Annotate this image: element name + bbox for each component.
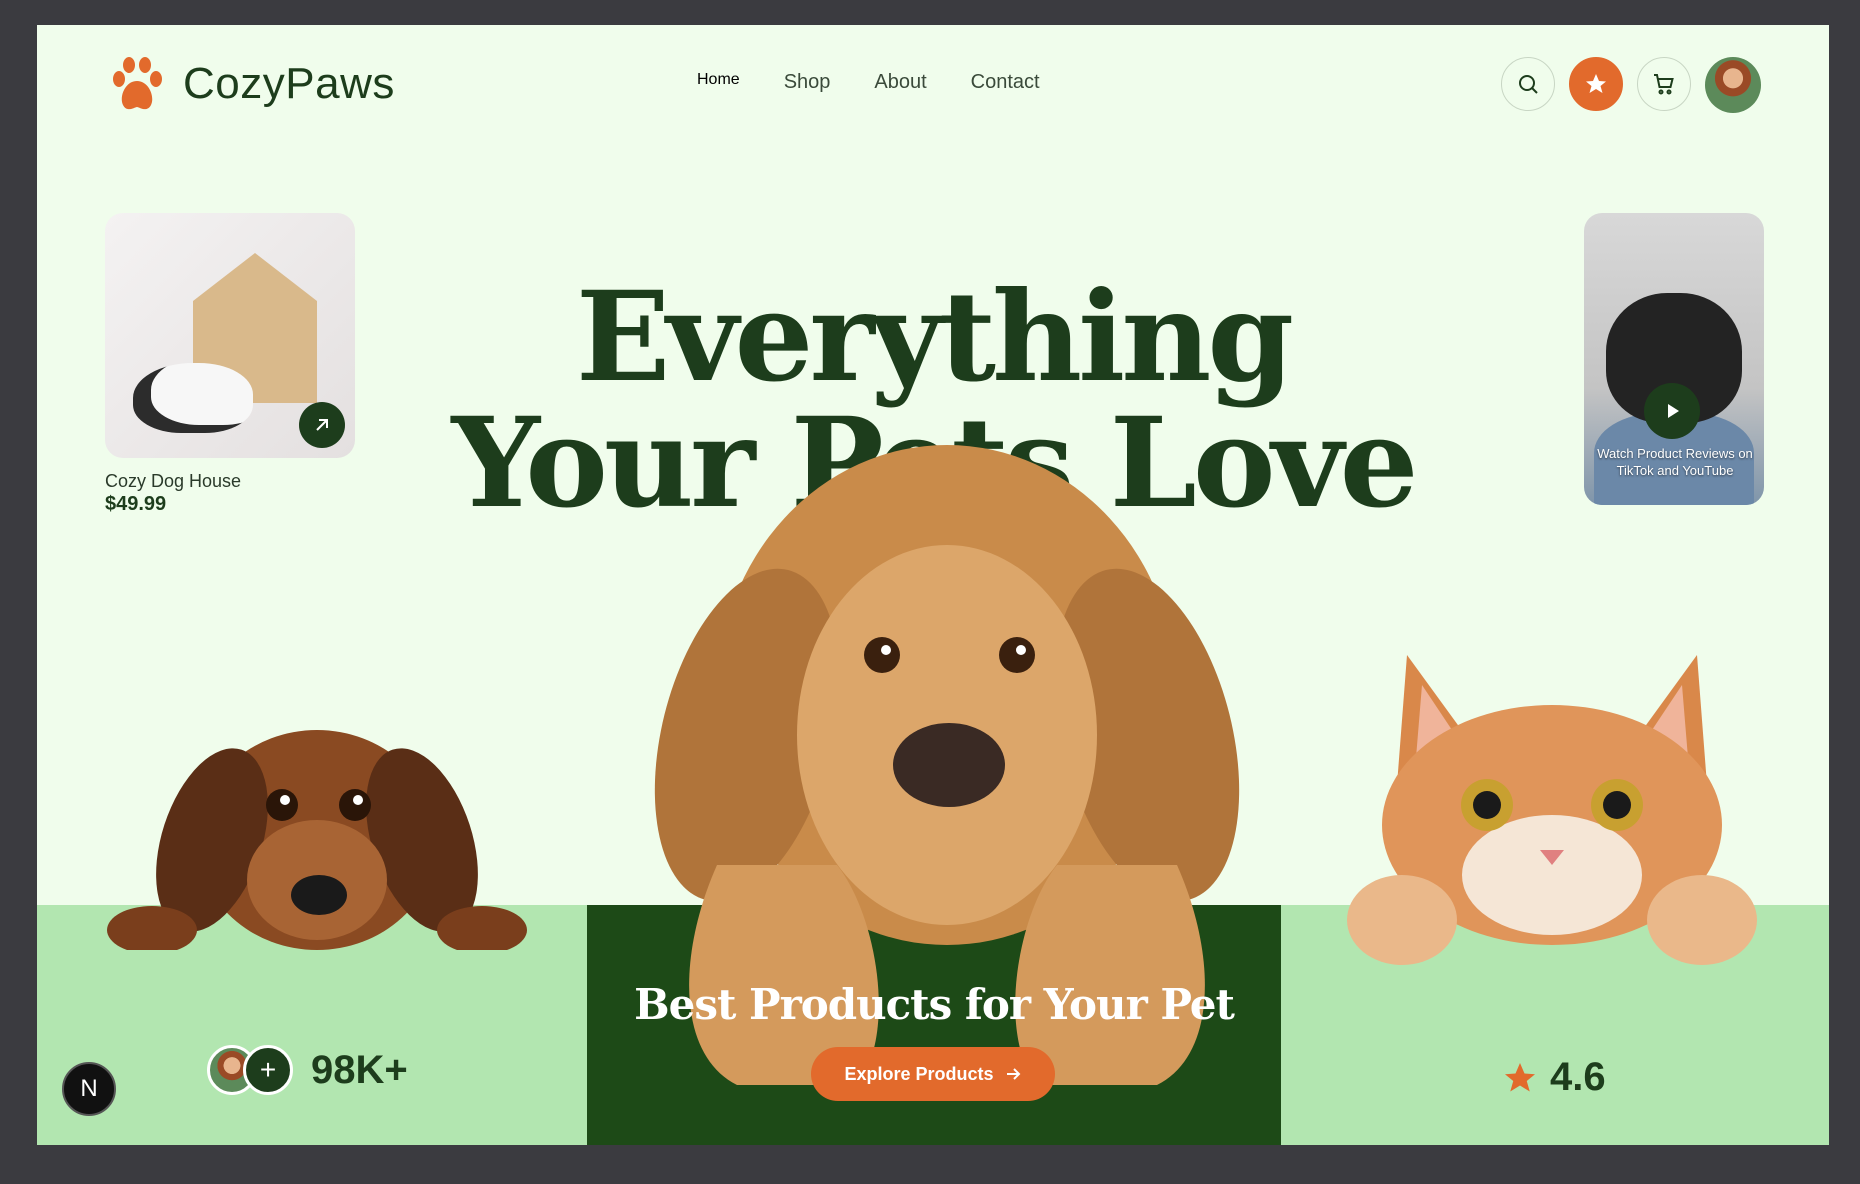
- brand-name: CozyPaws: [183, 59, 395, 108]
- next-dev-badge[interactable]: N: [62, 1062, 116, 1116]
- plus-icon: +: [259, 1054, 277, 1085]
- nav-shop[interactable]: Shop: [784, 71, 831, 94]
- paw-icon: [113, 57, 162, 110]
- nav-home[interactable]: Home: [697, 71, 740, 94]
- favorites-button[interactable]: [1569, 57, 1623, 111]
- customer-stat: + 98K+: [207, 1045, 408, 1095]
- tabby-cat-image: [1347, 655, 1757, 965]
- star-icon: [1586, 74, 1606, 93]
- customer-count: 98K+: [311, 1047, 408, 1092]
- rating-stat: 4.6: [1502, 1055, 1606, 1100]
- search-icon: [1519, 75, 1538, 94]
- explore-products-button[interactable]: Explore Products: [811, 1047, 1055, 1101]
- search-button[interactable]: [1501, 57, 1555, 111]
- user-avatar[interactable]: [1705, 57, 1761, 113]
- nav-contact[interactable]: Contact: [971, 71, 1040, 94]
- dachshund-image: [107, 730, 527, 950]
- main-nav: Home Shop About Contact: [697, 71, 1040, 94]
- add-customer-button[interactable]: +: [243, 1045, 293, 1095]
- star-icon: [1505, 1062, 1535, 1091]
- logo[interactable]: CozyPaws: [107, 53, 395, 115]
- explore-products-label: Explore Products: [844, 1063, 994, 1084]
- cta-title: Best Products for Your Pet: [634, 980, 1235, 1029]
- arrow-right-icon: [1006, 1068, 1020, 1080]
- header-actions: [1501, 57, 1761, 113]
- page: CozyPaws Home Shop About Contact Cozy Do…: [37, 25, 1829, 1145]
- cart-icon: [1654, 74, 1674, 95]
- cart-button[interactable]: [1637, 57, 1691, 111]
- hero-title-line1: Everything: [575, 265, 1294, 410]
- rating-value: 4.6: [1550, 1055, 1606, 1099]
- nav-about[interactable]: About: [874, 71, 926, 94]
